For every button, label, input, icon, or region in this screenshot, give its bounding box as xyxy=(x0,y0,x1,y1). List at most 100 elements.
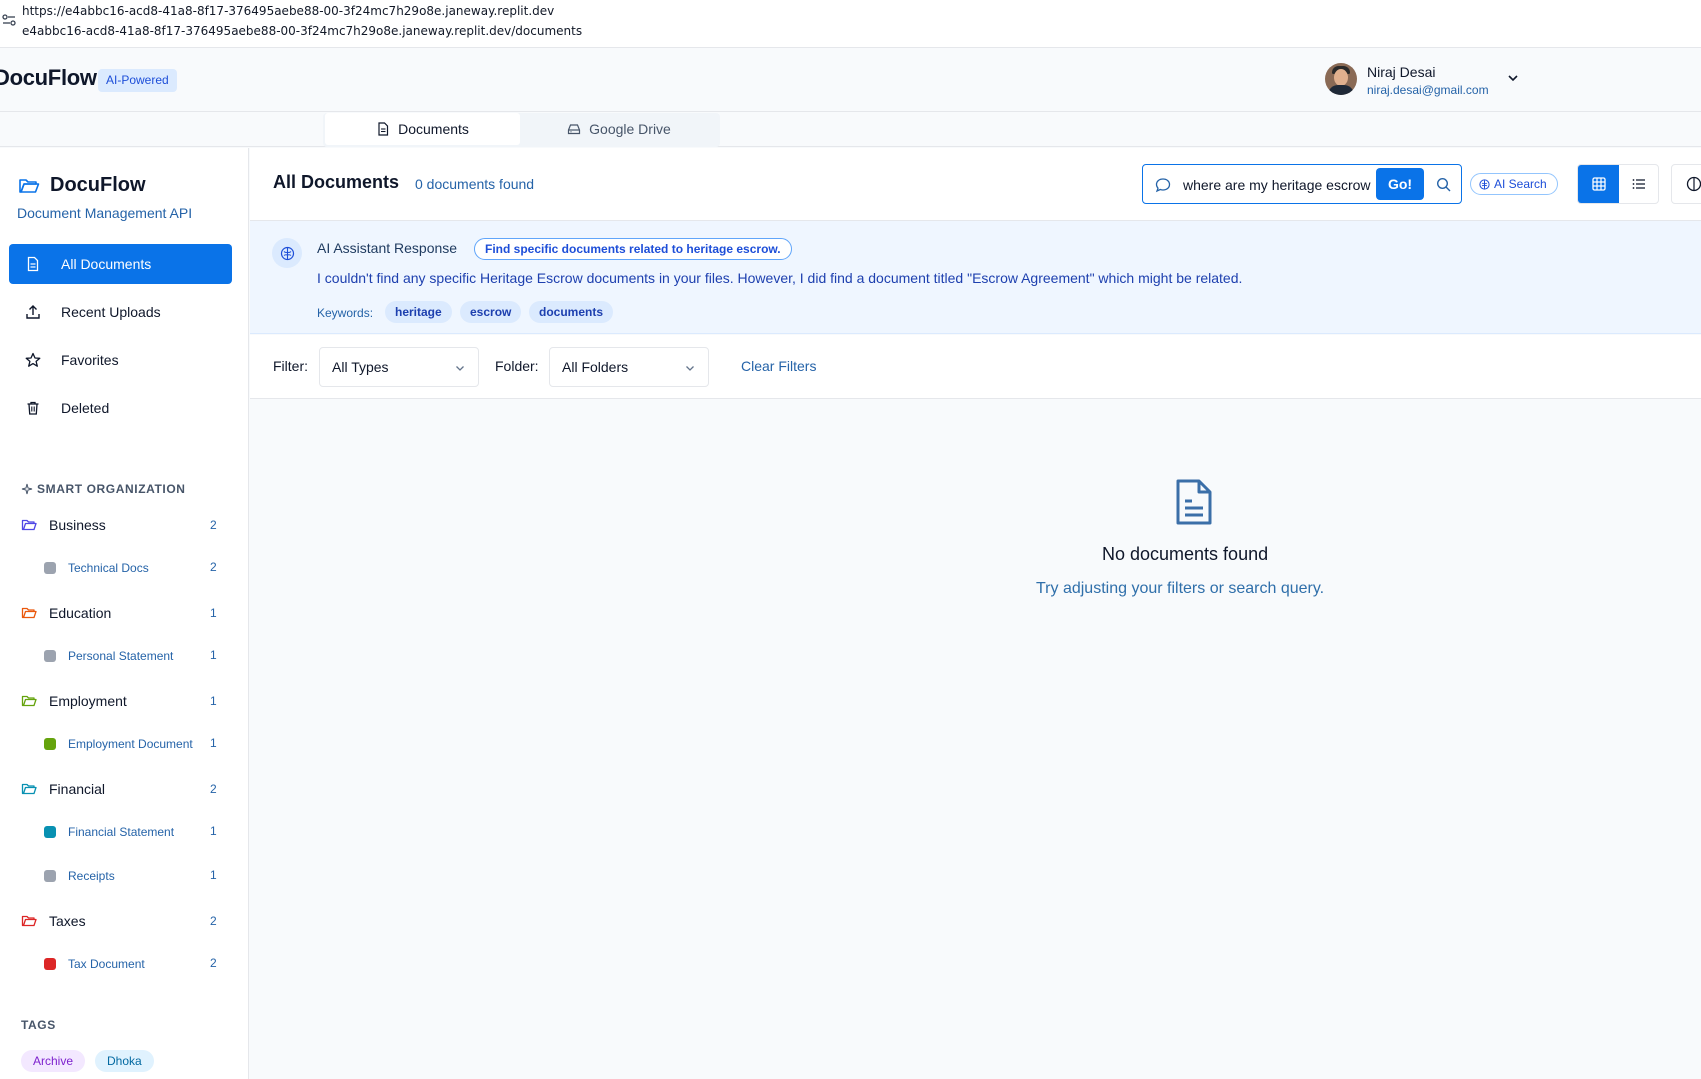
folder-count: 1 xyxy=(210,694,217,708)
main-header: All Documents 0 documents found where ar… xyxy=(250,148,1701,221)
folder-education[interactable]: Education xyxy=(21,602,221,624)
sidebar-item-deleted[interactable]: Deleted xyxy=(9,388,232,428)
color-dot xyxy=(44,826,56,838)
sidebar: DocuFlow Document Management API All Doc… xyxy=(0,148,249,1079)
subfolder-tax-document[interactable]: Tax Document xyxy=(44,954,224,974)
star-icon xyxy=(25,352,41,367)
subfolder-count: 1 xyxy=(210,736,217,750)
folder-filter-label: Folder: xyxy=(495,358,539,374)
color-dot xyxy=(44,562,56,574)
user-email: niraj.desai@gmail.com xyxy=(1367,83,1489,97)
page-title: All Documents xyxy=(273,172,400,192)
tab-list: Documents Google Drive xyxy=(323,113,720,147)
app-header: DocuFlow AI-Powered Niraj Desai niraj.de… xyxy=(0,48,1701,112)
brand-logo-text[interactable]: DocuFlow xyxy=(0,65,97,91)
avatar[interactable] xyxy=(1325,63,1357,95)
browser-address-bar[interactable]: https://e4abbc16-acd8-41a8-8f17-376495ae… xyxy=(0,0,1701,48)
ai-response-message: I couldn't find any specific Heritage Es… xyxy=(317,270,1243,286)
folder-icon xyxy=(21,915,37,927)
folder-filter-select[interactable]: All Folders xyxy=(549,347,709,387)
subfolder-technical-docs[interactable]: Technical Docs xyxy=(44,558,224,578)
document-icon xyxy=(1176,479,1212,525)
brain-icon xyxy=(272,238,302,268)
subfolder-financial-statement[interactable]: Financial Statement xyxy=(44,822,224,842)
folder-open-icon xyxy=(19,178,40,193)
list-view-button[interactable] xyxy=(1619,165,1658,203)
folder-count: 2 xyxy=(210,782,217,796)
ai-intent-badge: Find specific documents related to herit… xyxy=(474,238,792,260)
sparkles-icon xyxy=(21,483,33,495)
subfolder-personal-statement[interactable]: Personal Statement xyxy=(44,646,224,666)
sidebar-subtitle: Document Management API xyxy=(17,205,193,221)
brain-icon xyxy=(1686,176,1701,192)
nav-label: Deleted xyxy=(61,400,110,416)
chat-bubble-icon xyxy=(1155,178,1171,193)
ai-search-toggle[interactable]: AI Search xyxy=(1470,173,1558,195)
search-box[interactable]: where are my heritage escrow Go! xyxy=(1142,164,1462,204)
folder-icon xyxy=(21,695,37,707)
folder-count: 2 xyxy=(210,518,217,532)
color-dot xyxy=(44,738,56,750)
ai-response-title: AI Assistant Response xyxy=(317,240,458,256)
file-icon xyxy=(27,256,39,272)
tab-google-drive[interactable]: Google Drive xyxy=(520,113,718,145)
color-dot xyxy=(44,958,56,970)
grid-icon xyxy=(1591,177,1606,191)
subfolder-receipts[interactable]: Receipts xyxy=(44,866,224,886)
folder-business[interactable]: Business xyxy=(21,514,221,536)
filter-bar: Filter: All Types Folder: All Folders Cl… xyxy=(250,335,1701,399)
folder-label: Taxes xyxy=(49,913,86,929)
search-input[interactable]: where are my heritage escrow xyxy=(1183,177,1379,193)
empty-state-title: No documents found xyxy=(1102,544,1269,564)
keyword-chip[interactable]: heritage xyxy=(385,301,452,323)
subfolder-count: 2 xyxy=(210,560,217,574)
folder-label: Education xyxy=(49,605,112,621)
subfolder-count: 1 xyxy=(210,824,217,838)
search-icon[interactable] xyxy=(1436,177,1451,192)
folder-label: Employment xyxy=(49,693,127,709)
sidebar-title: DocuFlow xyxy=(18,174,146,197)
subfolder-label: Receipts xyxy=(68,869,115,883)
sidebar-item-recent-uploads[interactable]: Recent Uploads xyxy=(9,292,232,332)
ai-powered-badge: AI-Powered xyxy=(98,69,177,92)
folder-label: Business xyxy=(49,517,106,533)
folder-financial[interactable]: Financial xyxy=(21,778,221,800)
subfolder-employment-document[interactable]: Employment Document xyxy=(44,734,224,754)
grid-view-button[interactable] xyxy=(1578,165,1619,203)
clear-filters-button[interactable]: Clear Filters xyxy=(741,358,816,374)
sidebar-item-all-documents[interactable]: All Documents xyxy=(9,244,232,284)
tag-archive[interactable]: Archive xyxy=(21,1050,86,1072)
tab-documents[interactable]: Documents xyxy=(325,113,520,145)
subfolder-label: Technical Docs xyxy=(68,561,149,575)
subfolder-label: Employment Document xyxy=(68,737,193,751)
user-name: Niraj Desai xyxy=(1367,64,1436,80)
go-button[interactable]: Go! xyxy=(1376,168,1424,200)
folder-icon xyxy=(21,519,37,531)
user-menu[interactable]: Niraj Desai niraj.desai@gmail.com xyxy=(1325,62,1525,100)
site-settings-icon[interactable] xyxy=(2,13,16,27)
chevron-down-icon xyxy=(686,366,694,371)
ai-search-label: AI Search xyxy=(1494,177,1547,191)
nav-label: Favorites xyxy=(61,352,119,368)
keyword-chip[interactable]: escrow xyxy=(460,301,522,323)
keyword-chip[interactable]: documents xyxy=(529,301,614,323)
brain-button[interactable] xyxy=(1671,164,1701,204)
brain-icon xyxy=(1479,178,1490,190)
color-dot xyxy=(44,870,56,882)
url-path[interactable]: e4abbc16-acd8-41a8-8f17-376495aebe88-00-… xyxy=(22,24,582,38)
type-filter-select[interactable]: All Types xyxy=(319,347,479,387)
drive-icon xyxy=(568,124,581,135)
chevron-down-icon[interactable] xyxy=(1507,72,1519,84)
folder-count: 1 xyxy=(210,606,217,620)
color-dot xyxy=(44,650,56,662)
folder-icon xyxy=(21,607,37,619)
sidebar-brand: DocuFlow xyxy=(50,174,146,196)
subfolder-count: 1 xyxy=(210,648,217,662)
tab-documents-label: Documents xyxy=(398,121,469,137)
folder-employment[interactable]: Employment xyxy=(21,690,221,712)
document-count: 0 documents found xyxy=(415,176,535,192)
folder-taxes[interactable]: Taxes xyxy=(21,910,221,932)
tag-dhoka[interactable]: Dhoka xyxy=(95,1050,154,1072)
sidebar-item-favorites[interactable]: Favorites xyxy=(9,340,232,380)
filter-label: Filter: xyxy=(273,358,308,374)
